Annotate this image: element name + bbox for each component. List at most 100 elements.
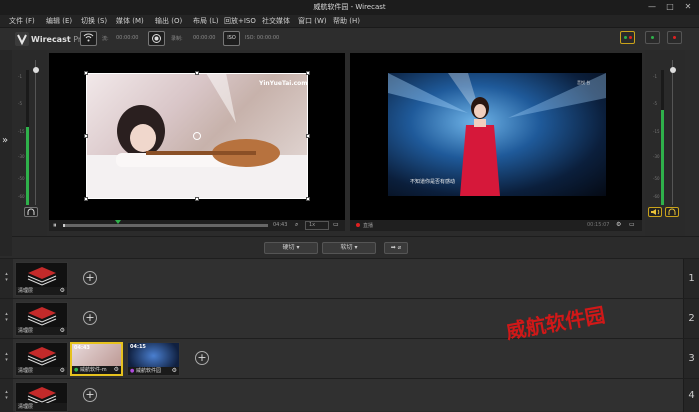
preview-meter-tick: -1: [18, 74, 22, 79]
menu-help[interactable]: 帮助 (H): [333, 16, 360, 26]
resize-handle[interactable]: [84, 71, 88, 75]
program-meter-tick: -30: [653, 154, 660, 159]
program-canvas: 音悦 台 不知道你是否有感动: [350, 53, 642, 220]
expand-panel-icon[interactable]: »: [2, 135, 8, 146]
menu-file[interactable]: 文件 (F): [9, 16, 35, 26]
program-settings-icon[interactable]: ⚙: [616, 221, 621, 228]
program-meter-tick: -60: [653, 194, 660, 199]
iso-record-button[interactable]: ISO: [223, 31, 240, 46]
add-shot-button[interactable]: +: [83, 271, 97, 285]
pause-icon[interactable]: ⏸: [53, 221, 57, 230]
menu-switch[interactable]: 切换 (S): [81, 16, 107, 26]
layer-1-controls[interactable]: ▴ ▾: [0, 259, 13, 299]
program-meter-tick: -15: [653, 129, 660, 134]
shot-settings-icon[interactable]: ⚙: [172, 367, 177, 374]
record-button[interactable]: [148, 31, 165, 46]
shot-clear-layer[interactable]: 清理层: [15, 382, 68, 412]
resize-handle[interactable]: [195, 197, 199, 201]
shot-settings-icon[interactable]: ⚙: [60, 327, 65, 334]
shot-video-2[interactable]: 04:15 ● 威航软件园 ⚙: [127, 342, 180, 376]
anchor-point[interactable]: [193, 132, 201, 140]
preview-meter-tick: -5: [18, 101, 22, 106]
layer-2-controls[interactable]: ▴ ▾: [0, 299, 13, 339]
minimize-button[interactable]: —: [643, 1, 661, 13]
playback-scrubber[interactable]: [63, 224, 268, 227]
shot-settings-icon[interactable]: ⚙: [60, 287, 65, 294]
preview-time: 04:43: [273, 222, 288, 228]
shot-video-1[interactable]: 04:43 ● 威航软件-m ⚙: [70, 342, 123, 376]
cue-marker-icon: [115, 220, 121, 224]
scrubber-fill: [63, 224, 65, 227]
zoom-icon[interactable]: ⌕: [295, 221, 298, 229]
resize-handle[interactable]: [306, 197, 310, 201]
layer-number: 3: [683, 339, 699, 379]
layer-3-controls[interactable]: ▴ ▾: [0, 339, 13, 379]
monitor-icon[interactable]: ▭: [333, 221, 339, 228]
maximize-button[interactable]: □: [661, 1, 679, 13]
app-name: Wirecast Pro: [31, 35, 86, 44]
shot-clear-layer[interactable]: 清理层 ⚙: [15, 262, 68, 296]
shot-settings-icon[interactable]: ⚙: [60, 367, 65, 374]
menu-edit[interactable]: 编辑 (E): [46, 16, 72, 26]
menu-window[interactable]: 窗口 (W): [298, 16, 327, 26]
program-monitor-icon[interactable]: ▭: [629, 221, 635, 228]
preview-transport-bar: ⏸ 04:43 ⌕ 1x ▭: [49, 220, 345, 231]
program-meter-tick: -5: [653, 101, 657, 106]
program-volume-slider[interactable]: [672, 60, 673, 205]
resize-handle[interactable]: [195, 71, 199, 75]
program-headphone-button[interactable]: [665, 207, 679, 217]
cut-transition-select[interactable]: 硬切 ▾: [264, 242, 318, 254]
menu-replay-iso[interactable]: 回放+ISO: [224, 16, 256, 26]
layers-icon: [27, 267, 57, 286]
menu-layout[interactable]: 布局 (L): [193, 16, 219, 26]
preview-volume-knob[interactable]: [33, 67, 39, 73]
program-time: 00:15:07: [587, 222, 610, 228]
preview-meter-tick: -50: [18, 176, 25, 181]
add-shot-button[interactable]: +: [83, 388, 97, 402]
program-dot-icon: ●: [130, 368, 135, 374]
tally-preview-program[interactable]: [620, 31, 635, 44]
add-shot-button[interactable]: +: [195, 351, 209, 365]
layer-number: 4: [683, 379, 699, 412]
record-label: 录制:: [171, 36, 183, 42]
resize-handle[interactable]: [84, 134, 88, 138]
transition-bar: 硬切 ▾ 软切 ▾ ➡ ⌀: [12, 236, 699, 258]
layer-number: 2: [683, 299, 699, 339]
preview-canvas[interactable]: YinYueTai.com: [49, 53, 345, 220]
menu-output[interactable]: 输出 (O): [155, 16, 182, 26]
smooth-transition-select[interactable]: 软切 ▾: [322, 242, 376, 254]
record-icon: [152, 34, 161, 43]
resize-handle[interactable]: [306, 134, 310, 138]
tally-preview[interactable]: [645, 31, 660, 44]
menu-media[interactable]: 媒体 (M): [116, 16, 144, 26]
layer-4-controls[interactable]: ▴ ▾: [0, 379, 13, 412]
go-transition-button[interactable]: ➡ ⌀: [384, 242, 408, 254]
preview-headphone-button[interactable]: [24, 207, 38, 217]
add-shot-button[interactable]: +: [83, 311, 97, 325]
program-speaker-button[interactable]: [648, 207, 662, 217]
playback-rate-select[interactable]: 1x: [305, 221, 329, 230]
layers-icon: [27, 307, 57, 326]
program-meter-tick: -1: [653, 74, 657, 79]
preview-volume-slider[interactable]: [35, 60, 36, 205]
left-collapse-panel: »: [0, 50, 12, 256]
resize-handle[interactable]: [306, 71, 310, 75]
speaker-icon: [651, 209, 660, 215]
program-volume-knob[interactable]: [670, 67, 676, 73]
live-label: 直播: [363, 223, 374, 229]
menu-social[interactable]: 社交媒体: [262, 16, 290, 26]
preview-meter-tick: -60: [18, 194, 25, 199]
tally-program[interactable]: [667, 31, 682, 44]
preview-audio-level: [26, 127, 29, 205]
headphone-icon: [27, 208, 35, 215]
preview-dot-icon: ●: [74, 367, 79, 373]
iso-time: ISO: 00:00:00: [245, 35, 280, 41]
preview-audio-panel: -1 -5 -15 -30 -50 -60: [12, 50, 47, 236]
stream-button[interactable]: [80, 31, 97, 46]
close-button[interactable]: ✕: [679, 1, 697, 13]
shot-clear-layer[interactable]: 清理层 ⚙: [15, 342, 68, 376]
shot-settings-icon[interactable]: ⚙: [114, 366, 119, 373]
resize-handle[interactable]: [84, 197, 88, 201]
shot-clear-layer[interactable]: 清理层 ⚙: [15, 302, 68, 336]
layers-icon: [27, 347, 57, 366]
